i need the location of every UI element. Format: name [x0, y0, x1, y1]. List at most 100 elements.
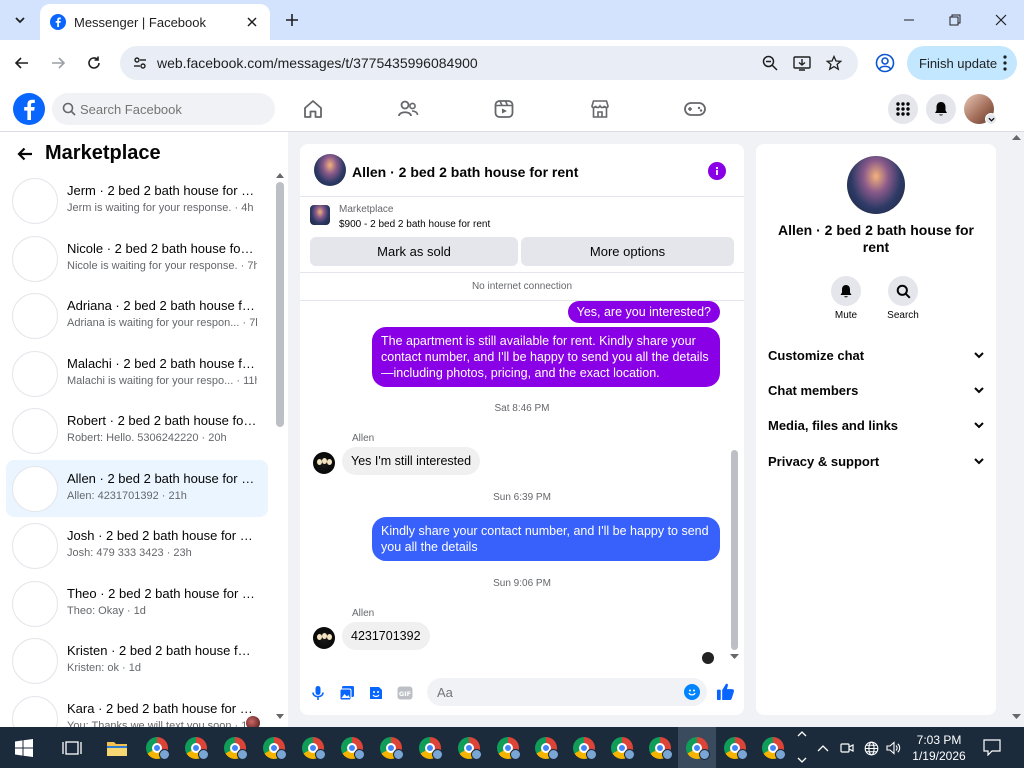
incoming-message[interactable]: 4231701392	[342, 622, 430, 650]
menu-button[interactable]	[888, 94, 918, 124]
list-item[interactable]: Kristen · 2 bed 2 bath house for rent Kr…	[6, 632, 268, 690]
taskbar-chrome-window[interactable]	[300, 735, 326, 761]
taskbar-chrome-window[interactable]	[571, 735, 597, 761]
taskbar-clock[interactable]: 7:03 PM 1/19/2026	[900, 732, 978, 764]
taskbar-overflow-scroller[interactable]	[795, 729, 809, 766]
taskbar-chrome-window[interactable]	[722, 735, 748, 761]
page-scroll-up-arrow-icon[interactable]	[1012, 134, 1021, 140]
chat-scrollbar[interactable]	[731, 450, 738, 650]
back-to-chats-button[interactable]	[14, 143, 36, 165]
start-button[interactable]	[11, 735, 37, 761]
more-options-button[interactable]: More options	[521, 237, 734, 266]
tab-close-button[interactable]	[244, 14, 260, 30]
zoom-button[interactable]	[761, 54, 779, 72]
attach-media-button[interactable]	[338, 684, 356, 702]
conversation-info-button[interactable]	[708, 162, 726, 180]
listing-price[interactable]: $900 - 2 bed 2 bath house for rent	[339, 219, 490, 230]
taskbar-chrome-window[interactable]	[533, 735, 559, 761]
list-item[interactable]: Adriana · 2 bed 2 bath house for rent Ad…	[6, 287, 268, 345]
message-input[interactable]	[427, 678, 707, 706]
finish-update-button[interactable]: Finish update	[907, 46, 1017, 80]
emoji-button[interactable]	[684, 684, 700, 700]
network-button[interactable]	[862, 739, 880, 757]
taskbar-chrome-window[interactable]	[339, 735, 365, 761]
taskbar-chrome-window[interactable]	[144, 735, 170, 761]
sender-avatar[interactable]	[313, 627, 335, 649]
taskbar-chrome-window[interactable]	[183, 735, 209, 761]
profile-icon[interactable]	[875, 53, 895, 73]
taskbar-chrome-window[interactable]	[222, 735, 248, 761]
list-item[interactable]: Robert · 2 bed 2 bath house for rent Rob…	[6, 402, 268, 460]
close-window-button[interactable]	[978, 0, 1024, 40]
bookmark-button[interactable]	[825, 54, 843, 72]
facebook-search-box[interactable]	[52, 93, 275, 125]
nav-video[interactable]	[491, 96, 517, 122]
show-hidden-icons-button[interactable]	[814, 739, 832, 757]
taskbar-chrome-window[interactable]	[647, 735, 673, 761]
task-view-button[interactable]	[59, 735, 85, 761]
like-send-button[interactable]	[716, 682, 735, 701]
mute-button[interactable]: Mute	[821, 276, 871, 321]
site-info-icon[interactable]	[132, 55, 148, 71]
scroll-down-arrow-icon[interactable]	[730, 654, 739, 660]
scroll-up-arrow-icon[interactable]	[276, 172, 284, 178]
action-center-button[interactable]	[982, 737, 1002, 757]
listing-thumbnail[interactable]	[310, 205, 330, 225]
taskbar-chrome-window[interactable]	[760, 735, 786, 761]
address-bar[interactable]: web.facebook.com/messages/t/377543599608…	[120, 46, 858, 80]
list-item[interactable]: Nicole · 2 bed 2 bath house for rent Nic…	[6, 230, 268, 288]
taskbar-chrome-window[interactable]	[495, 735, 521, 761]
sender-avatar[interactable]	[313, 452, 335, 474]
sidebar-scrollbar[interactable]	[276, 182, 284, 427]
facebook-search-input[interactable]	[80, 93, 270, 125]
scroll-down-arrow-icon[interactable]	[276, 714, 284, 720]
chat-avatar[interactable]	[314, 154, 346, 186]
nav-marketplace[interactable]	[587, 96, 613, 122]
section-chat-members[interactable]: Chat members	[768, 375, 984, 405]
taskbar-chrome-window[interactable]	[261, 735, 287, 761]
outgoing-message[interactable]: Kindly share your contact number, and I'…	[372, 517, 720, 561]
section-customize-chat[interactable]: Customize chat	[768, 340, 984, 370]
restore-button[interactable]	[932, 0, 978, 40]
reload-button[interactable]	[82, 51, 106, 75]
section-media-files-links[interactable]: Media, files and links	[768, 410, 984, 440]
chat-title[interactable]: Allen · 2 bed 2 bath house for rent	[352, 164, 578, 180]
browser-tab-messenger[interactable]: Messenger | Facebook	[40, 4, 270, 40]
nav-gaming[interactable]	[682, 96, 708, 122]
nav-home[interactable]	[300, 96, 326, 122]
outgoing-message[interactable]: The apartment is still available for ren…	[372, 327, 720, 387]
taskbar-chrome-window[interactable]	[417, 735, 443, 761]
tab-search-button[interactable]	[8, 8, 32, 32]
search-in-conversation-button[interactable]: Search	[878, 276, 928, 321]
list-item[interactable]: Allen · 2 bed 2 bath house for rent Alle…	[6, 459, 268, 517]
mark-as-sold-button[interactable]: Mark as sold	[310, 237, 518, 266]
page-scroll-down-arrow-icon[interactable]	[1012, 714, 1021, 720]
list-item[interactable]: Theo · 2 bed 2 bath house for rent Theo:…	[6, 575, 268, 633]
taskbar-chrome-window-active[interactable]	[684, 735, 710, 761]
taskbar-chrome-window[interactable]	[609, 735, 635, 761]
facebook-logo-icon[interactable]	[13, 93, 45, 125]
minimize-button[interactable]	[886, 0, 932, 40]
taskbar-chrome-window[interactable]	[378, 735, 404, 761]
list-item[interactable]: Malachi · 2 bed 2 bath house for rent Ma…	[6, 345, 268, 403]
url-text[interactable]: web.facebook.com/messages/t/377543599608…	[157, 55, 478, 71]
file-explorer-button[interactable]	[104, 735, 130, 761]
incoming-message[interactable]: Yes I'm still interested	[342, 447, 481, 475]
list-item[interactable]: Josh · 2 bed 2 bath house for rent Josh:…	[6, 517, 268, 575]
section-privacy-support[interactable]: Privacy & support	[768, 446, 984, 476]
install-app-button[interactable]	[793, 54, 811, 72]
sticker-button[interactable]	[367, 684, 385, 702]
outgoing-message[interactable]: Yes, are you interested?	[567, 301, 720, 323]
forward-button[interactable]	[46, 51, 70, 75]
notifications-button[interactable]	[926, 94, 956, 124]
details-avatar[interactable]	[847, 156, 905, 214]
back-button[interactable]	[10, 51, 34, 75]
meet-now-button[interactable]	[838, 739, 856, 757]
nav-friends[interactable]	[395, 96, 421, 122]
account-menu-badge[interactable]	[985, 113, 997, 125]
taskbar-chrome-window[interactable]	[456, 735, 482, 761]
list-item[interactable]: Jerm · 2 bed 2 bath house for rent Jerm …	[6, 172, 268, 230]
new-tab-button[interactable]	[282, 10, 302, 30]
gif-button[interactable]: GIF	[396, 684, 414, 702]
voice-clip-button[interactable]	[309, 684, 327, 702]
